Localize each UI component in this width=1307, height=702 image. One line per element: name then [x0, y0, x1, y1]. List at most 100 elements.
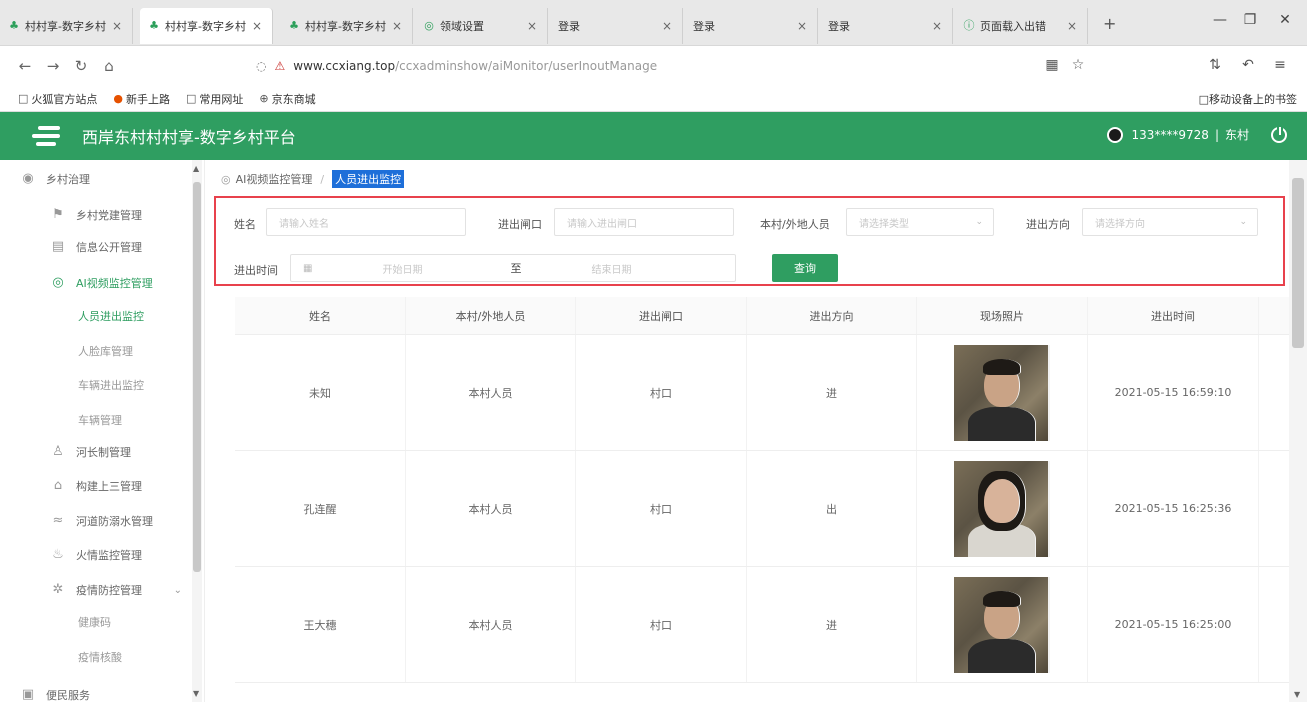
scroll-down-icon[interactable]: ▼ [193, 689, 199, 698]
url-domain: www.ccxiang.top [293, 59, 396, 73]
sidebar-item-anti-drowning[interactable]: ≈ 河道防溺水管理 [50, 504, 190, 538]
sidebar-scrollbar[interactable]: ▲ ▼ [192, 160, 202, 702]
direction-select[interactable]: 请选择方向 ⌄ [1082, 208, 1258, 236]
sidebar-subitem-person-monitor[interactable]: 人员进出监控 [78, 302, 144, 332]
bookmark-label: 新手上路 [126, 92, 171, 106]
sidebar-item-party-building[interactable]: ⚑ 乡村党建管理 [50, 198, 190, 232]
bookmark-item[interactable]: ⊕ 京东商城 [259, 91, 315, 107]
scroll-up-icon[interactable]: ▲ [193, 164, 199, 173]
bookmark-item[interactable]: □ 常用网址 [186, 91, 243, 107]
close-icon[interactable]: × [660, 19, 674, 33]
governance-icon: ◉ [22, 171, 34, 186]
browser-tab[interactable]: ♣ 村村享-数字乡村 × [280, 8, 413, 44]
column-header: 进出方向 [747, 297, 917, 334]
people-icon: ♙ [52, 444, 64, 459]
date-range-picker[interactable]: ▦ 开始日期 至 结束日期 [290, 254, 736, 282]
restore-icon[interactable]: ❐ [1230, 12, 1270, 28]
power-icon[interactable] [1271, 124, 1287, 143]
extension-icon[interactable]: ⇅ [1205, 57, 1225, 73]
scene-photo[interactable] [954, 344, 1050, 441]
placeholder: 请输入姓名 [279, 218, 329, 230]
bookmark-item[interactable]: □ 火狐官方站点 [18, 91, 97, 107]
bookmark-label: 移动设备上的书签 [1209, 93, 1297, 106]
name-input[interactable]: 请输入姓名 [266, 208, 466, 236]
close-icon[interactable]: × [250, 19, 264, 33]
home-icon[interactable]: ⌂ [98, 57, 120, 75]
insecure-lock-icon[interactable]: ⚠ [274, 59, 285, 73]
end-date-placeholder[interactable]: 结束日期 [591, 261, 631, 276]
browser-tab[interactable]: 登录 × [685, 8, 818, 44]
cell-direction: 进 [747, 335, 917, 450]
mobile-bookmarks[interactable]: □ 移动设备上的书签 [1199, 91, 1297, 107]
gate-label: 进出闸口 [498, 218, 542, 231]
search-button[interactable]: 查询 [772, 254, 838, 282]
bookmark-item[interactable]: ● 新手上路 [113, 91, 170, 107]
close-icon[interactable]: × [930, 19, 944, 33]
qr-code-icon[interactable]: ▦ [1042, 57, 1062, 73]
browser-tab[interactable]: 登录 × [550, 8, 683, 44]
close-icon[interactable]: × [795, 19, 809, 33]
fire-icon: ♨ [52, 547, 64, 562]
bookmark-star-icon[interactable]: ☆ [1068, 57, 1088, 73]
new-tab-icon[interactable]: + [1103, 14, 1116, 33]
column-header: 进出时间 [1088, 297, 1259, 334]
close-icon[interactable]: × [525, 19, 539, 33]
sidebar-item-ai-video[interactable]: ◎ AI视频监控管理 [50, 266, 190, 300]
org-name: 东村 [1224, 128, 1249, 142]
start-date-placeholder[interactable]: 开始日期 [382, 261, 422, 276]
browser-tab[interactable]: ⓘ 页面载入出错 × [955, 8, 1088, 44]
address-bar[interactable]: ◌ ⚠ www.ccxiang.top /ccxadminshow/aiMoni… [250, 52, 1100, 80]
app-header: 西岸东村村村享-数字乡村平台 133****9728 | 东村 [0, 112, 1307, 160]
sidebar-item-river-chief[interactable]: ♙ 河长制管理 [50, 435, 190, 469]
forward-icon[interactable]: → [42, 57, 64, 75]
reload-icon[interactable]: ↻ [70, 57, 92, 75]
scrollbar-thumb[interactable] [1292, 178, 1304, 348]
browser-tab-active[interactable]: ♣ 村村享-数字乡村 × [140, 8, 273, 44]
back-icon[interactable]: ← [14, 57, 36, 75]
tab-title: 村村享-数字乡村 [305, 20, 386, 33]
sidebar-item-convenience[interactable]: ▣ 便民服务 ⌄ [20, 678, 204, 702]
column-header: 本村/外地人员 [406, 297, 576, 334]
site-favicon-icon: ♣ [9, 19, 19, 32]
avatar[interactable] [1107, 126, 1124, 143]
filter-form: 姓名 请输入姓名 进出闸口 请输入进出闸口 本村/外地人员 请选择类型 ⌄ 进出方… [214, 196, 1285, 286]
close-icon[interactable]: × [390, 19, 404, 33]
scene-photo[interactable] [954, 576, 1050, 673]
gate-input[interactable]: 请输入进出闸口 [554, 208, 734, 236]
browser-tab[interactable]: ◎ 领域设置 × [415, 8, 548, 44]
scrollbar-thumb[interactable] [193, 182, 201, 572]
sidebar-subitem-health-code[interactable]: 健康码 [78, 608, 111, 638]
calendar-icon: ▦ [303, 262, 313, 274]
menu-icon[interactable]: ≡ [1270, 57, 1290, 73]
sidebar-subitem-nucleic-test[interactable]: 疫情核酸 [78, 643, 122, 673]
sidebar-item-epidemic[interactable]: ✲ 疫情防控管理 ⌄ [50, 573, 190, 607]
sidebar-item-fire-monitor[interactable]: ♨ 火情监控管理 [50, 538, 190, 572]
sidebar-item-village-governance[interactable]: ◉ 乡村治理 ⌃ [20, 162, 204, 196]
main-scrollbar[interactable]: ▼ [1289, 160, 1307, 702]
cell-gate: 村口 [576, 451, 747, 566]
sidebar-item-info-public[interactable]: ▤ 信息公开管理 [50, 230, 190, 264]
window-close-icon[interactable]: ✕ [1265, 12, 1305, 28]
scroll-down-icon[interactable]: ▼ [1294, 690, 1300, 699]
scene-photo[interactable] [954, 460, 1050, 557]
sidebar: ◉ 乡村治理 ⌃ ⚑ 乡村党建管理 ▤ 信息公开管理 ◎ AI视频监控管理 人员… [0, 160, 205, 702]
sidebar-item-build-three[interactable]: ⌂ 构建上三管理 [50, 469, 190, 503]
type-select[interactable]: 请选择类型 ⌄ [846, 208, 994, 236]
bookmark-label: 火狐官方站点 [31, 92, 98, 106]
sidebar-item-label: 河道防溺水管理 [76, 515, 153, 528]
sidebar-item-label: 河长制管理 [76, 446, 131, 459]
column-header: 进出闸口 [576, 297, 747, 334]
sidebar-subitem-face-library[interactable]: 人脸库管理 [78, 337, 133, 367]
close-icon[interactable]: × [1065, 19, 1079, 33]
table-row: 王大穗 本村人员 村口 进 2021-05-15 16:25:00 [235, 567, 1289, 683]
sidebar-subitem-vehicle-manage[interactable]: 车辆管理 [78, 406, 122, 436]
shield-icon: ◌ [256, 59, 267, 73]
browser-tab[interactable]: ♣ 村村享-数字乡村 × [0, 8, 133, 44]
undo-icon[interactable]: ↶ [1238, 57, 1258, 73]
user-area[interactable]: 133****9728 | 东村 [1107, 124, 1287, 143]
browser-tab[interactable]: 登录 × [820, 8, 953, 44]
sidebar-subitem-vehicle-monitor[interactable]: 车辆进出监控 [78, 371, 144, 401]
service-icon: ▣ [21, 687, 35, 702]
close-icon[interactable]: × [110, 19, 124, 33]
breadcrumb-parent[interactable]: AI视频监控管理 [236, 171, 313, 187]
